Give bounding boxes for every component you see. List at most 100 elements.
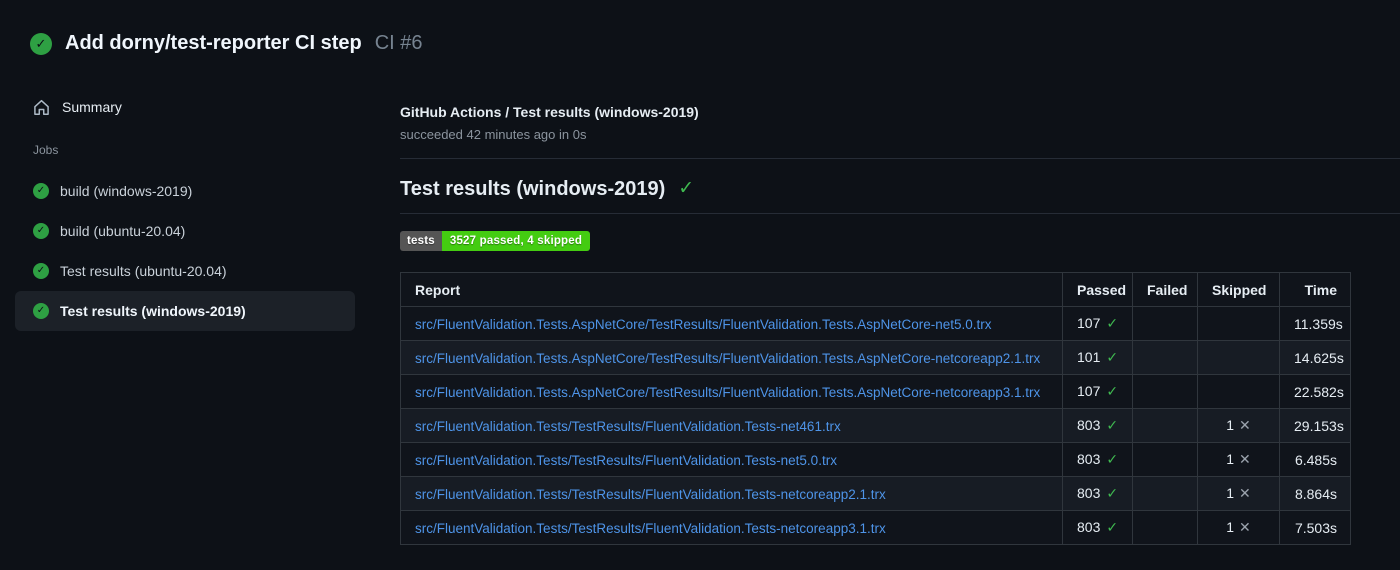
failed-cell: [1132, 442, 1198, 477]
report-cell: src/FluentValidation.Tests/TestResults/F…: [400, 510, 1063, 545]
passed-cell: 803 ✓: [1062, 442, 1133, 477]
skipped-cell: [1197, 374, 1280, 409]
summary-label: Summary: [62, 99, 122, 115]
table-row: src/FluentValidation.Tests/TestResults/F…: [400, 442, 1351, 477]
column-header-report: Report: [400, 272, 1063, 307]
skipped-x-icon: ✕: [1239, 417, 1251, 433]
failed-cell: [1132, 476, 1198, 511]
job-label: build (windows-2019): [60, 183, 193, 199]
report-link[interactable]: src/FluentValidation.Tests.AspNetCore/Te…: [415, 385, 1040, 400]
time-cell: 6.485s: [1279, 442, 1351, 477]
test-results-table: Report Passed Failed Skipped Time src/Fl…: [400, 272, 1351, 545]
table-row: src/FluentValidation.Tests.AspNetCore/Te…: [400, 340, 1351, 375]
table-row: src/FluentValidation.Tests.AspNetCore/Te…: [400, 374, 1351, 409]
skipped-cell: [1197, 306, 1280, 341]
column-header-skipped: Skipped: [1197, 272, 1280, 307]
skipped-x-icon: ✕: [1239, 451, 1251, 467]
check-circle-icon: ✓: [33, 263, 49, 279]
time-cell: 29.153s: [1279, 408, 1351, 443]
check-circle-icon: ✓: [33, 183, 49, 199]
run-success-check-circle-icon: ✓: [30, 32, 52, 55]
run-header: ✓ Add dorny/test-reporter CI step CI #6: [0, 0, 1400, 55]
passed-cell: 107 ✓: [1062, 374, 1133, 409]
passed-check-icon: ✓: [1106, 349, 1119, 365]
section-check-icon: ✓: [678, 178, 695, 199]
report-cell: src/FluentValidation.Tests/TestResults/F…: [400, 476, 1063, 511]
divider: [400, 158, 1400, 159]
passed-cell: 803 ✓: [1062, 476, 1133, 511]
skipped-x-icon: ✕: [1239, 485, 1251, 501]
report-cell: src/FluentValidation.Tests.AspNetCore/Te…: [400, 374, 1063, 409]
sidebar-job-item[interactable]: ✓ build (ubuntu-20.04): [15, 211, 355, 251]
passed-check-icon: ✓: [1106, 519, 1119, 535]
failed-cell: [1132, 374, 1198, 409]
skipped-cell: 1 ✕: [1197, 476, 1280, 511]
time-cell: 14.625s: [1279, 340, 1351, 375]
check-run-title: GitHub Actions / Test results (windows-2…: [400, 104, 699, 120]
table-row: src/FluentValidation.Tests.AspNetCore/Te…: [400, 306, 1351, 341]
check-circle-icon: ✓: [33, 303, 49, 319]
run-number: CI #6: [374, 32, 423, 54]
skipped-cell: 1 ✕: [1197, 408, 1280, 443]
section-title: Test results (windows-2019) ✓: [400, 177, 1400, 214]
table-row: src/FluentValidation.Tests/TestResults/F…: [400, 476, 1351, 511]
column-header-failed: Failed: [1132, 272, 1198, 307]
tests-badge-label: tests: [400, 231, 442, 251]
jobs-section-label: Jobs: [33, 143, 59, 157]
skipped-cell: 1 ✕: [1197, 510, 1280, 545]
passed-check-icon: ✓: [1106, 383, 1119, 399]
report-cell: src/FluentValidation.Tests/TestResults/F…: [400, 408, 1063, 443]
report-link[interactable]: src/FluentValidation.Tests/TestResults/F…: [415, 453, 837, 468]
report-cell: src/FluentValidation.Tests.AspNetCore/Te…: [400, 306, 1063, 341]
time-cell: 22.582s: [1279, 374, 1351, 409]
time-cell: 7.503s: [1279, 510, 1351, 545]
failed-cell: [1132, 340, 1198, 375]
sidebar-item-summary[interactable]: Summary: [33, 95, 400, 119]
section-title-text: Test results (windows-2019): [400, 178, 666, 200]
time-cell: 11.359s: [1279, 306, 1351, 341]
passed-cell: 803 ✓: [1062, 510, 1133, 545]
home-icon: [33, 99, 50, 116]
tests-badge-value: 3527 passed, 4 skipped: [441, 231, 591, 251]
table-header-row: Report Passed Failed Skipped Time: [400, 272, 1351, 307]
main-panel: GitHub Actions / Test results (windows-2…: [400, 95, 1400, 545]
skipped-cell: [1197, 340, 1280, 375]
passed-cell: 101 ✓: [1062, 340, 1133, 375]
failed-cell: [1132, 408, 1198, 443]
skipped-cell: 1 ✕: [1197, 442, 1280, 477]
column-header-time: Time: [1279, 272, 1351, 307]
jobs-list: ✓ build (windows-2019) ✓ build (ubuntu-2…: [15, 171, 355, 331]
job-label: build (ubuntu-20.04): [60, 223, 186, 239]
content-layout: Summary Jobs ✓ build (windows-2019) ✓ bu…: [0, 95, 1400, 545]
job-label: Test results (windows-2019): [60, 303, 246, 319]
time-cell: 8.864s: [1279, 476, 1351, 511]
passed-cell: 107 ✓: [1062, 306, 1133, 341]
sidebar-job-item[interactable]: ✓ Test results (windows-2019): [15, 291, 355, 331]
table-row: src/FluentValidation.Tests/TestResults/F…: [400, 408, 1351, 443]
passed-check-icon: ✓: [1106, 451, 1119, 467]
report-link[interactable]: src/FluentValidation.Tests/TestResults/F…: [415, 419, 841, 434]
workflow-run-page: ✓ Add dorny/test-reporter CI step CI #6 …: [0, 0, 1400, 570]
report-link[interactable]: src/FluentValidation.Tests.AspNetCore/Te…: [415, 317, 992, 332]
passed-cell: 803 ✓: [1062, 408, 1133, 443]
passed-check-icon: ✓: [1106, 485, 1119, 501]
check-circle-icon: ✓: [33, 223, 49, 239]
status-line: succeeded 42 minutes ago in 0s: [400, 127, 587, 142]
sidebar-job-item[interactable]: ✓ build (windows-2019): [15, 171, 355, 211]
tests-badge: tests 3527 passed, 4 skipped: [400, 231, 591, 251]
skipped-x-icon: ✕: [1239, 519, 1251, 535]
job-label: Test results (ubuntu-20.04): [60, 263, 227, 279]
passed-check-icon: ✓: [1106, 315, 1119, 331]
report-cell: src/FluentValidation.Tests/TestResults/F…: [400, 442, 1063, 477]
failed-cell: [1132, 306, 1198, 341]
table-row: src/FluentValidation.Tests/TestResults/F…: [400, 510, 1351, 545]
report-link[interactable]: src/FluentValidation.Tests.AspNetCore/Te…: [415, 351, 1040, 366]
sidebar-job-item[interactable]: ✓ Test results (ubuntu-20.04): [15, 251, 355, 291]
report-cell: src/FluentValidation.Tests.AspNetCore/Te…: [400, 340, 1063, 375]
passed-check-icon: ✓: [1106, 417, 1119, 433]
failed-cell: [1132, 510, 1198, 545]
page-title: Add dorny/test-reporter CI step: [65, 32, 362, 54]
column-header-passed: Passed: [1062, 272, 1133, 307]
report-link[interactable]: src/FluentValidation.Tests/TestResults/F…: [415, 487, 886, 502]
report-link[interactable]: src/FluentValidation.Tests/TestResults/F…: [415, 521, 886, 536]
